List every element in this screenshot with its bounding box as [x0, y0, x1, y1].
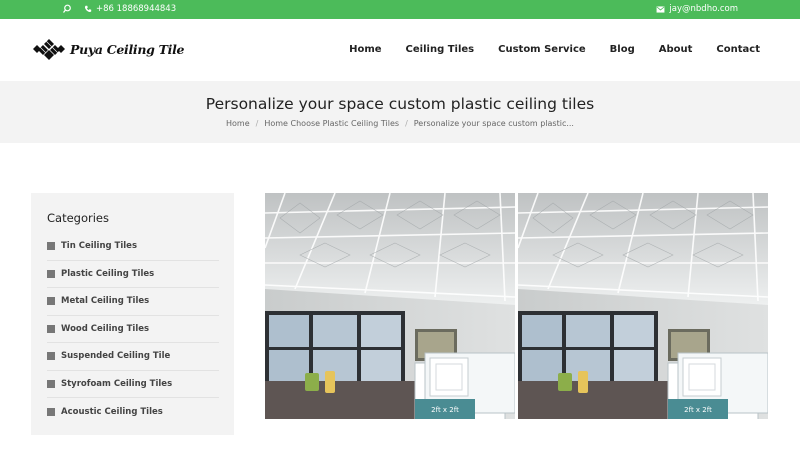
- category-label: Styrofoam Ceiling Tiles: [61, 378, 173, 389]
- categories-title: Categories: [47, 211, 109, 225]
- category-metal[interactable]: Metal Ceiling Tiles: [47, 288, 219, 316]
- square-bullet-icon: [47, 297, 55, 306]
- mail-icon: [656, 5, 665, 13]
- email-address[interactable]: jay@nbdho.com: [669, 4, 738, 14]
- category-label: Wood Ceiling Tiles: [61, 323, 150, 334]
- product-image-ceiling-room[interactable]: 2ft x 2ft: [518, 193, 768, 419]
- nav-blog[interactable]: Blog: [610, 44, 635, 55]
- category-tin[interactable]: Tin Ceiling Tiles: [47, 233, 219, 261]
- nav-contact[interactable]: Contact: [716, 44, 760, 55]
- phone-number[interactable]: +86 18868944843: [96, 4, 176, 14]
- square-bullet-icon: [47, 407, 55, 416]
- page-title-band: Personalize your space custom plastic ce…: [0, 81, 800, 143]
- square-bullet-icon: [47, 324, 55, 333]
- category-suspended[interactable]: Suspended Ceiling Tile: [47, 343, 219, 371]
- logo-text: Puya Ceiling Tile: [70, 41, 185, 57]
- breadcrumb-category[interactable]: Home Choose Plastic Ceiling Tiles: [264, 119, 399, 128]
- category-label: Metal Ceiling Tiles: [61, 296, 150, 307]
- category-styrofoam[interactable]: Styrofoam Ceiling Tiles: [47, 371, 219, 398]
- breadcrumb-separator: /: [405, 119, 408, 128]
- categories-sidebar: Categories Tin Ceiling Tiles Plastic Cei…: [31, 193, 234, 435]
- phone-contact: +86 18868944843: [84, 4, 176, 14]
- top-bar: +86 18868944843 jay@nbdho.com: [0, 0, 800, 19]
- pack-label: 2ft x 2ft: [431, 406, 459, 414]
- square-bullet-icon: [47, 242, 55, 251]
- page-title: Personalize your space custom plastic ce…: [205, 95, 595, 113]
- category-label: Acoustic Ceiling Tiles: [61, 406, 163, 417]
- breadcrumb: Home / Home Choose Plastic Ceiling Tiles…: [0, 119, 800, 128]
- square-bullet-icon: [47, 269, 55, 278]
- logo-diamond-icon: [33, 39, 65, 60]
- search-icon[interactable]: [62, 4, 72, 14]
- breadcrumb-current: Personalize your space custom plastic...: [413, 119, 574, 128]
- square-bullet-icon: [47, 352, 55, 361]
- category-label: Suspended Ceiling Tile: [61, 351, 171, 362]
- breadcrumb-separator: /: [255, 119, 259, 128]
- category-label: Plastic Ceiling Tiles: [61, 268, 155, 279]
- nav-home[interactable]: Home: [349, 44, 381, 55]
- category-plastic[interactable]: Plastic Ceiling Tiles: [47, 261, 219, 288]
- phone-icon: [84, 5, 92, 13]
- pack-label: 2ft x 2ft: [684, 406, 712, 414]
- square-bullet-icon: [47, 379, 55, 388]
- nav-about[interactable]: About: [659, 44, 693, 55]
- breadcrumb-home[interactable]: Home: [226, 119, 250, 128]
- nav-custom-service[interactable]: Custom Service: [498, 44, 586, 55]
- nav-ceiling-tiles[interactable]: Ceiling Tiles: [406, 44, 475, 55]
- product-image-ceiling-room[interactable]: 2ft x 2ft: [265, 193, 515, 419]
- category-list: Tin Ceiling Tiles Plastic Ceiling Tiles …: [47, 233, 219, 426]
- site-header: Puya Ceiling Tile Home Ceiling Tiles Cus…: [0, 19, 800, 81]
- category-label: Tin Ceiling Tiles: [61, 241, 138, 252]
- category-acoustic[interactable]: Acoustic Ceiling Tiles: [47, 398, 219, 426]
- logo[interactable]: Puya Ceiling Tile: [32, 38, 184, 60]
- email-contact: jay@nbdho.com: [656, 4, 738, 14]
- main-nav: Home Ceiling Tiles Custom Service Blog A…: [325, 44, 760, 55]
- category-wood[interactable]: Wood Ceiling Tiles: [47, 316, 219, 343]
